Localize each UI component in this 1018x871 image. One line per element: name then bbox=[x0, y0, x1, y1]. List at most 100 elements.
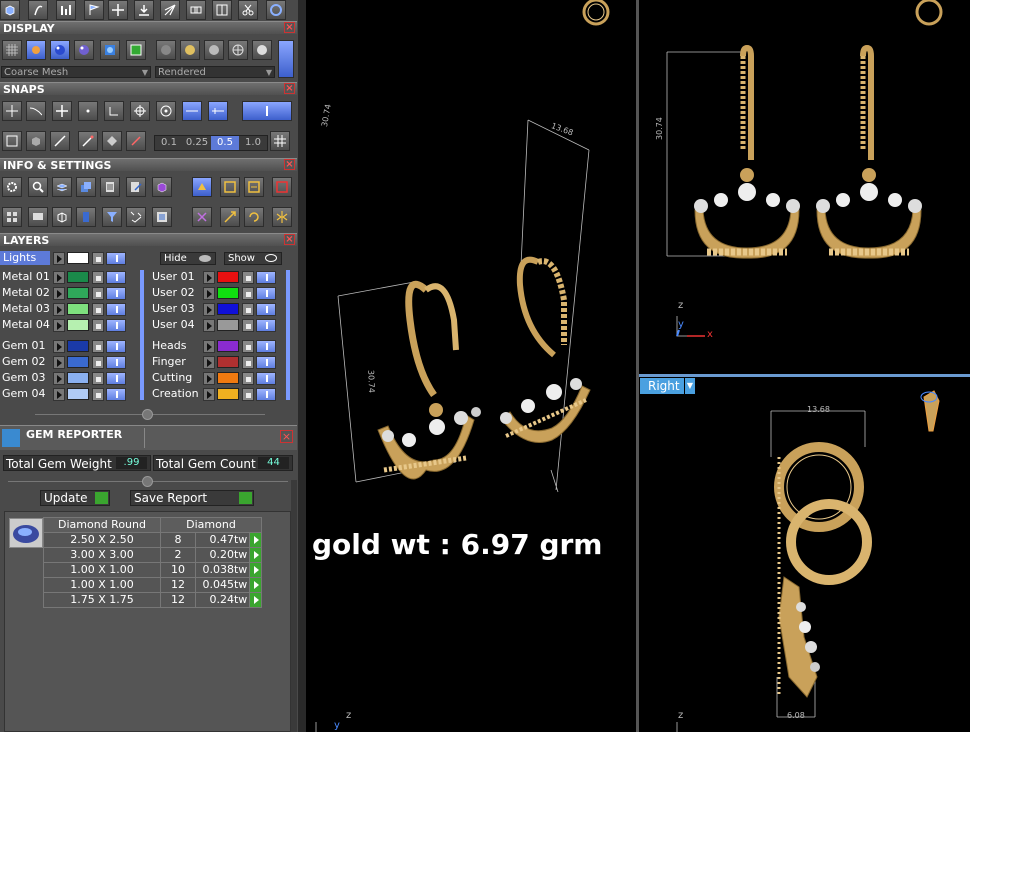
layer-color-swatch[interactable] bbox=[67, 340, 89, 352]
table-row[interactable]: 3.00 X 3.00 2 0.20tw bbox=[43, 547, 262, 563]
table-row[interactable]: 1.00 X 1.00 10 0.038tw bbox=[43, 562, 262, 578]
lock-icon[interactable] bbox=[92, 319, 104, 332]
layer-color-swatch[interactable] bbox=[217, 303, 239, 315]
play-icon[interactable] bbox=[249, 547, 262, 563]
display-toggle-button[interactable] bbox=[278, 40, 294, 78]
window-grid-icon[interactable] bbox=[2, 207, 22, 227]
layer-row[interactable]: Metal 01 bbox=[0, 270, 140, 284]
lock-icon[interactable] bbox=[242, 287, 254, 300]
update-button[interactable]: Update bbox=[40, 490, 110, 506]
snap-tangent-icon[interactable] bbox=[208, 101, 228, 121]
snap-step-3[interactable]: 1.0 bbox=[239, 136, 267, 150]
layer-row[interactable]: User 03 bbox=[150, 302, 290, 316]
lock-icon[interactable] bbox=[242, 340, 254, 353]
right-viewport[interactable]: Right ▼ 13.68 6.08 z bbox=[639, 377, 970, 732]
layer-visibility-toggle[interactable] bbox=[256, 287, 276, 300]
play-icon[interactable] bbox=[249, 532, 262, 548]
move-icon[interactable] bbox=[108, 0, 128, 20]
ortho-icon[interactable] bbox=[2, 131, 22, 151]
book-icon[interactable] bbox=[100, 177, 120, 197]
layer-row[interactable]: User 04 bbox=[150, 318, 290, 332]
play-icon[interactable] bbox=[249, 592, 262, 608]
flag-icon[interactable] bbox=[84, 0, 104, 20]
blue-slab-icon[interactable] bbox=[76, 207, 96, 227]
scatter-select-icon[interactable] bbox=[126, 207, 146, 227]
grid-settings-icon[interactable] bbox=[270, 131, 290, 151]
show-button[interactable]: Show bbox=[224, 252, 282, 265]
layer-row[interactable]: Gem 03 bbox=[0, 371, 140, 385]
layer-color-swatch[interactable] bbox=[67, 319, 89, 331]
layer-row[interactable]: Gem 02 bbox=[0, 355, 140, 369]
download-icon[interactable] bbox=[134, 0, 154, 20]
layer-color-swatch[interactable] bbox=[67, 287, 89, 299]
lock-icon[interactable] bbox=[92, 303, 104, 316]
lock-icon[interactable] bbox=[92, 356, 104, 369]
gem-sphere-icon[interactable] bbox=[74, 40, 94, 60]
layer-play-button[interactable] bbox=[53, 356, 65, 369]
lights-color-swatch[interactable] bbox=[67, 252, 89, 264]
mesh-dropdown[interactable]: Coarse Mesh ▼ bbox=[1, 66, 151, 78]
layer-row[interactable]: Finger bbox=[150, 355, 290, 369]
layer-visibility-toggle[interactable] bbox=[106, 356, 126, 369]
snap-curve-icon[interactable] bbox=[26, 101, 46, 121]
layer-color-swatch[interactable] bbox=[217, 340, 239, 352]
layer-color-swatch[interactable] bbox=[67, 356, 89, 368]
layer-visibility-toggle[interactable] bbox=[256, 340, 276, 353]
layers-scrollbar-right[interactable] bbox=[286, 270, 290, 400]
layer-play-button[interactable] bbox=[203, 319, 215, 332]
close-icon[interactable]: × bbox=[284, 234, 295, 245]
layer-play-button[interactable] bbox=[53, 340, 65, 353]
layer-color-swatch[interactable] bbox=[217, 356, 239, 368]
collapse-handle[interactable] bbox=[142, 409, 153, 420]
perspective-viewport[interactable]: 30.74 30.74 13.68 gold wt : 6.97 grm z y bbox=[306, 0, 636, 732]
gumball-icon[interactable] bbox=[26, 40, 46, 60]
probe-icon[interactable] bbox=[126, 131, 146, 151]
render-dropdown[interactable]: Rendered ▼ bbox=[155, 66, 275, 78]
layer-row[interactable]: Cutting bbox=[150, 371, 290, 385]
layer-color-swatch[interactable] bbox=[67, 271, 89, 283]
lock-icon[interactable] bbox=[242, 372, 254, 385]
close-icon[interactable]: × bbox=[284, 159, 295, 170]
wire-cube-icon[interactable] bbox=[52, 207, 72, 227]
lock-icon[interactable] bbox=[92, 388, 104, 401]
layer-visibility-toggle[interactable] bbox=[106, 319, 126, 332]
layer-play-button[interactable] bbox=[203, 388, 215, 401]
layer-play-button[interactable] bbox=[53, 388, 65, 401]
environment-icon[interactable] bbox=[100, 40, 120, 60]
frame-b-icon[interactable] bbox=[244, 177, 264, 197]
layer-visibility-toggle[interactable] bbox=[106, 271, 126, 284]
lock-icon[interactable] bbox=[92, 372, 104, 385]
filter-icon[interactable] bbox=[102, 207, 122, 227]
lock-icon[interactable] bbox=[92, 252, 104, 265]
cube-icon[interactable] bbox=[0, 0, 20, 20]
close-icon[interactable]: × bbox=[284, 83, 295, 94]
lock-icon[interactable] bbox=[242, 319, 254, 332]
layer-play-button[interactable] bbox=[53, 372, 65, 385]
grid-icon[interactable] bbox=[2, 40, 22, 60]
list-icon[interactable] bbox=[152, 207, 172, 227]
layer-row[interactable]: Creation bbox=[150, 387, 290, 401]
snap-end-icon[interactable] bbox=[104, 101, 124, 121]
close-icon[interactable]: × bbox=[284, 22, 295, 33]
snap-step-1[interactable]: 0.25 bbox=[183, 136, 211, 150]
table-row[interactable]: 1.75 X 1.75 12 0.24tw bbox=[43, 592, 262, 608]
lights-play-button[interactable] bbox=[53, 252, 65, 265]
layer-play-button[interactable] bbox=[53, 319, 65, 332]
layer-color-swatch[interactable] bbox=[217, 319, 239, 331]
background-icon[interactable] bbox=[126, 40, 146, 60]
layer-play-button[interactable] bbox=[203, 287, 215, 300]
ring-icon[interactable] bbox=[266, 0, 286, 20]
layer-visibility-toggle[interactable] bbox=[106, 303, 126, 316]
play-icon[interactable] bbox=[249, 577, 262, 593]
frame-red-icon[interactable] bbox=[272, 177, 292, 197]
layer-color-swatch[interactable] bbox=[217, 287, 239, 299]
pen-icon[interactable] bbox=[50, 131, 70, 151]
lights-layer[interactable]: Lights bbox=[0, 251, 50, 265]
table-row[interactable]: 1.00 X 1.00 12 0.045tw bbox=[43, 577, 262, 593]
layer-play-button[interactable] bbox=[53, 303, 65, 316]
layer-visibility-toggle[interactable] bbox=[256, 319, 276, 332]
table-row[interactable]: 2.50 X 2.50 8 0.47tw bbox=[43, 532, 262, 548]
layer-row[interactable]: Heads bbox=[150, 339, 290, 353]
layer-row[interactable]: User 01 bbox=[150, 270, 290, 284]
monitor-icon[interactable] bbox=[28, 207, 48, 227]
